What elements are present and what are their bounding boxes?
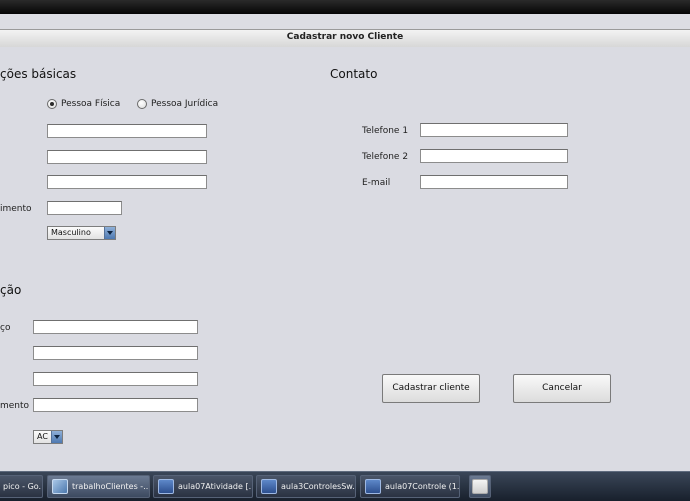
email-label: E-mail (362, 178, 391, 188)
contact-heading: Contato (330, 67, 378, 81)
taskbar: pico - Go... trabalhoClientes -... aula0… (0, 471, 690, 501)
window-title: Cadastrar novo Cliente (286, 32, 404, 42)
radio-pessoa-juridica-label[interactable]: Pessoa Jurídica (151, 99, 218, 109)
state-select-value: AC (37, 432, 48, 441)
radio-pessoa-fisica[interactable] (47, 99, 57, 109)
sex-select-value: Masculino (51, 228, 91, 237)
radio-pessoa-juridica[interactable] (137, 99, 147, 109)
submit-client-button[interactable]: Cadastrar cliente (382, 374, 480, 403)
taskbar-item-label: aula07Atividade [... (178, 482, 253, 491)
window-title-bar[interactable]: Cadastrar novo Cliente (0, 29, 690, 48)
basic-info-heading: ções básicas (0, 67, 77, 81)
taskbar-item-java[interactable] (469, 475, 491, 498)
taskbar-item-project[interactable]: trabalhoClientes -... (47, 475, 150, 498)
address-field-3-input[interactable] (33, 372, 198, 386)
basic-field-1-input[interactable] (47, 124, 207, 138)
cancel-button[interactable]: Cancelar (513, 374, 611, 403)
chevron-down-icon[interactable] (104, 227, 115, 239)
taskbar-item-browser[interactable]: pico - Go... (0, 475, 43, 498)
birth-date-label: imento (0, 204, 32, 214)
taskbar-item-doc-atividade[interactable]: aula07Atividade [... (153, 475, 253, 498)
birth-date-input[interactable] (47, 201, 122, 215)
address-heading: ção (0, 283, 22, 297)
basic-field-3-input[interactable] (47, 175, 207, 189)
form-panel: ções básicas Pessoa Física Pessoa Jurídi… (0, 47, 690, 471)
email-field[interactable] (420, 175, 568, 189)
java-icon (472, 479, 488, 494)
taskbar-item-doc-controles[interactable]: aula3ControlesSw... (256, 475, 356, 498)
project-cube-icon (52, 479, 68, 494)
word-document-icon (158, 479, 174, 494)
phone-2-label: Telefone 2 (362, 152, 409, 162)
taskbar-item-label: trabalhoClientes -... (72, 482, 150, 491)
address-field-2-input[interactable] (33, 346, 198, 360)
state-select[interactable]: AC (33, 430, 63, 444)
taskbar-item-label: aula3ControlesSw... (281, 482, 356, 491)
word-document-icon (365, 479, 381, 494)
phone-2-input[interactable] (420, 149, 568, 163)
radio-pessoa-fisica-label[interactable]: Pessoa Física (61, 99, 120, 109)
desktop-top-strip (0, 0, 690, 14)
sex-select[interactable]: Masculino (47, 226, 116, 240)
phone-1-input[interactable] (420, 123, 568, 137)
address-field-1-label: ço (0, 323, 11, 333)
address-field-1-input[interactable] (33, 320, 198, 334)
phone-1-label: Telefone 1 (362, 126, 409, 136)
taskbar-item-doc-controle[interactable]: aula07Controle (1... (360, 475, 460, 498)
taskbar-item-label: pico - Go... (3, 482, 43, 491)
word-document-icon (261, 479, 277, 494)
chevron-down-icon[interactable] (51, 431, 62, 443)
basic-field-2-input[interactable] (47, 150, 207, 164)
address-field-4-input[interactable] (33, 398, 198, 412)
address-field-4-label: mento (0, 401, 30, 411)
taskbar-item-label: aula07Controle (1... (385, 482, 460, 491)
